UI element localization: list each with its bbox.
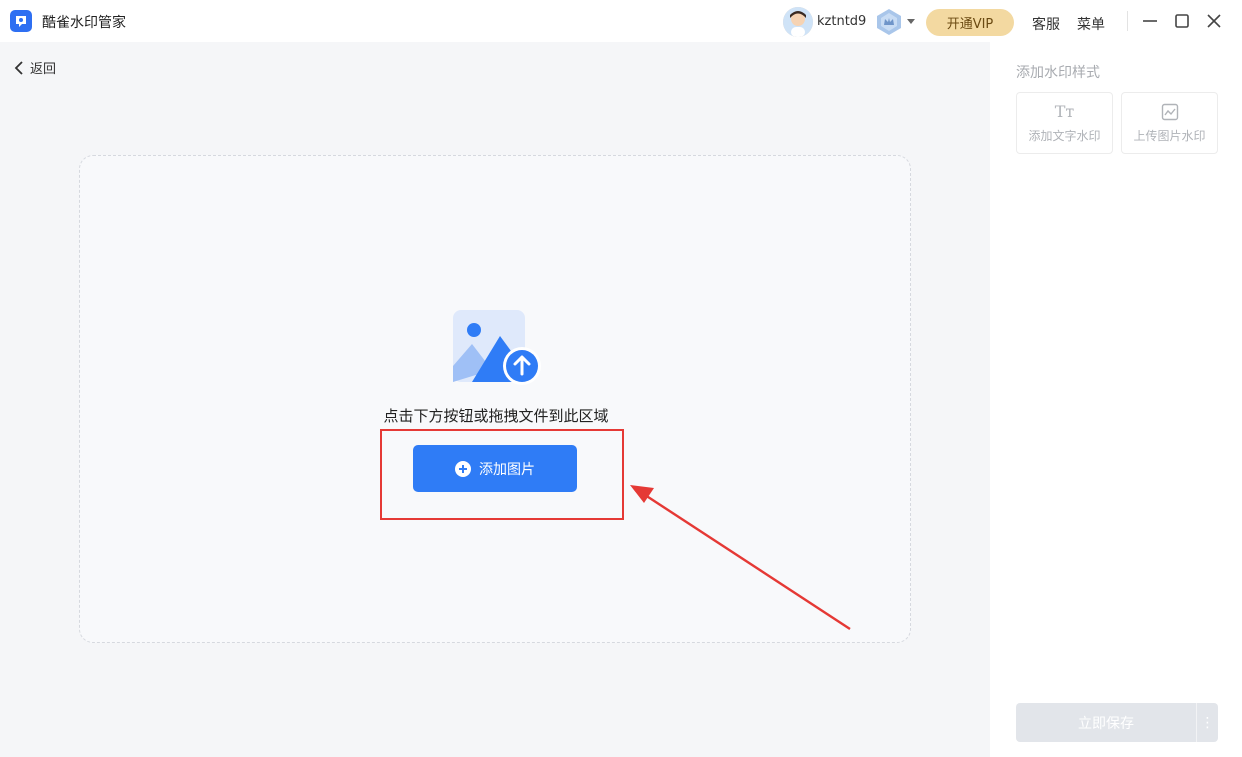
more-options-icon[interactable]: ⋮ — [1196, 703, 1218, 742]
watermark-sidebar: 添加水印样式 Tт 添加文字水印 上传图片水印 立即保存 ⋮ — [990, 42, 1242, 757]
open-vip-button[interactable]: 开通VIP — [926, 9, 1014, 36]
close-icon[interactable] — [1205, 12, 1223, 30]
customer-service-button[interactable]: 客服 — [1032, 14, 1060, 34]
app-logo-icon — [10, 10, 32, 32]
add-text-watermark-button[interactable]: Tт 添加文字水印 — [1016, 92, 1113, 154]
sidebar-title: 添加水印样式 — [1016, 65, 1100, 81]
upload-image-watermark-label: 上传图片水印 — [1133, 128, 1206, 143]
chevron-down-icon[interactable] — [907, 19, 915, 24]
upload-image-watermark-button[interactable]: 上传图片水印 — [1121, 92, 1218, 154]
highlight-box — [380, 429, 624, 520]
upload-dropzone[interactable]: 点击下方按钮或拖拽文件到此区域 添加图片 — [79, 155, 911, 643]
image-upload-icon — [452, 308, 542, 388]
image-icon — [1161, 103, 1178, 120]
menu-button[interactable]: 菜单 — [1077, 14, 1105, 34]
title-separator — [1127, 11, 1128, 31]
vip-crown-icon[interactable] — [875, 8, 903, 36]
avatar[interactable] — [783, 7, 813, 37]
app-title: 酷雀水印管家 — [42, 15, 126, 31]
pointer-arrow-icon — [630, 485, 851, 631]
maximize-icon[interactable] — [1173, 12, 1191, 30]
dropzone-hint: 点击下方按钮或拖拽文件到此区域 — [383, 407, 609, 425]
save-button-group: 立即保存 ⋮ — [1016, 703, 1218, 742]
back-label: 返回 — [30, 62, 57, 77]
save-now-button[interactable]: 立即保存 — [1016, 703, 1196, 742]
title-bar: 酷雀水印管家 kztntd9 开通VIP 客服 菜单 — [0, 0, 1242, 42]
main-area: 返回 点击下方按钮或拖拽文件到此区域 添加图片 — [0, 42, 990, 757]
back-button[interactable]: 返回 — [14, 58, 56, 77]
minimize-icon[interactable] — [1141, 12, 1159, 30]
text-style-icon: Tт — [1054, 102, 1075, 121]
chevron-left-icon — [14, 60, 23, 75]
username[interactable]: kztntd9 — [817, 14, 866, 29]
add-text-watermark-label: 添加文字水印 — [1028, 129, 1101, 143]
